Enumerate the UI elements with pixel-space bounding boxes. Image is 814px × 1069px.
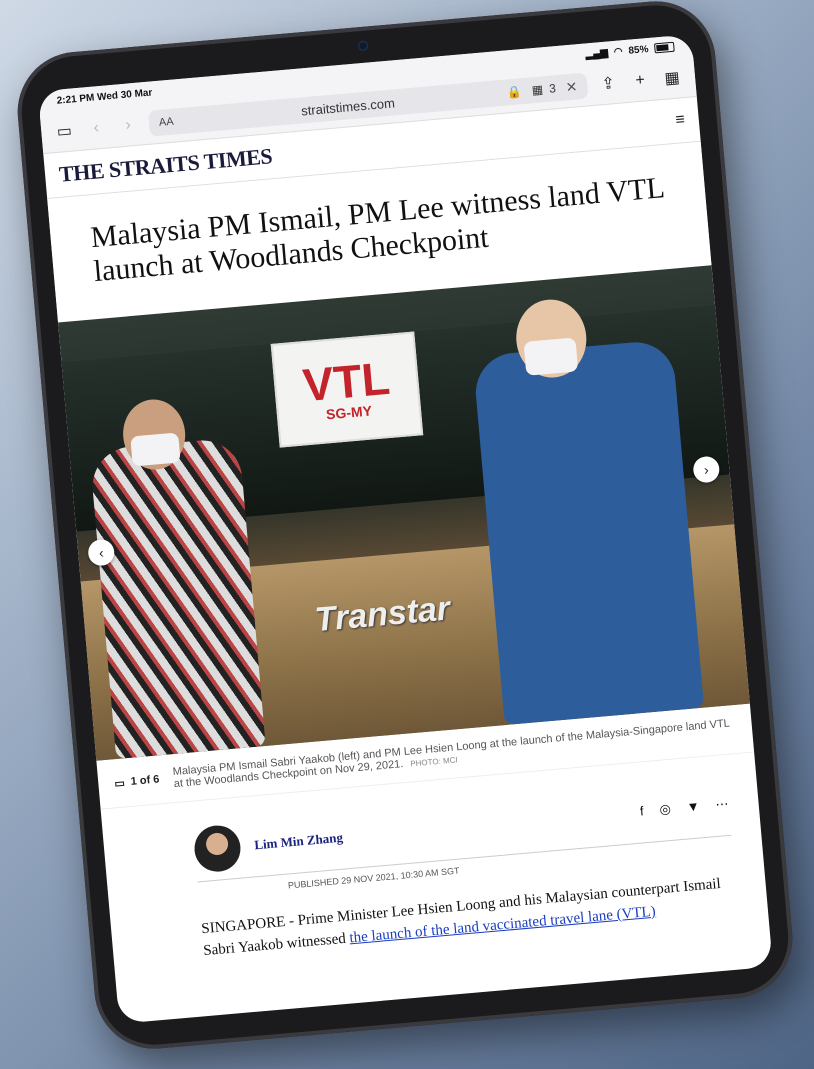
tablet-frame: 2:21 PM Wed 30 Mar ▂▄▆ ◠ 85% ▭ ‹ › AA st… [12, 0, 798, 1054]
person-right [472, 339, 705, 726]
battery-percent: 85% [628, 43, 649, 57]
mask-left [130, 432, 181, 467]
tabs-icon[interactable]: ▦ [531, 82, 544, 97]
share-buttons: f ◎ ▼ ⋯ [639, 796, 729, 820]
new-tab-icon[interactable]: + [628, 71, 651, 91]
whatsapp-icon[interactable]: ◎ [659, 801, 672, 818]
wifi-icon: ◠ [613, 45, 624, 58]
vtl-sign: VTL SG-MY [270, 331, 424, 448]
twitter-icon[interactable]: ▼ [686, 798, 700, 815]
forward-icon[interactable]: › [116, 116, 139, 136]
vtl-sign-subtitle: SG-MY [325, 402, 373, 423]
vtl-sign-title: VTL [300, 351, 392, 412]
person-left [89, 437, 266, 760]
photo-credit: PHOTO: MCI [410, 755, 459, 769]
facebook-icon[interactable]: f [639, 803, 644, 819]
text-size-button[interactable]: AA [158, 114, 189, 129]
camera [357, 40, 369, 52]
battery-icon [653, 41, 675, 54]
article-photo: VTL SG-MY Transtar ‹ › [58, 265, 750, 761]
share-icon[interactable]: ⇪ [596, 73, 620, 95]
close-icon[interactable]: ✕ [565, 78, 578, 96]
tab-grid-icon[interactable]: ▦ [660, 67, 684, 89]
menu-icon[interactable]: ≡ [675, 111, 686, 130]
tabs-count[interactable]: 3 [548, 81, 556, 96]
sidebar-icon[interactable]: ▭ [53, 120, 77, 142]
more-options-icon[interactable]: ⋯ [715, 796, 729, 813]
mask-right [523, 337, 579, 376]
back-icon[interactable]: ‹ [85, 118, 108, 138]
screen: 2:21 PM Wed 30 Mar ▂▄▆ ◠ 85% ▭ ‹ › AA st… [37, 34, 773, 1024]
gallery-icon: ▭ [113, 776, 126, 790]
gallery-count: 1 of 6 [130, 773, 160, 788]
lock-icon: 🔒 [506, 84, 523, 100]
gallery-counter[interactable]: ▭ 1 of 6 [113, 767, 160, 795]
author-name[interactable]: Lim Min Zhang [254, 830, 344, 854]
status-date: Wed 30 Mar [96, 86, 153, 103]
signal-icon: ▂▄▆ [584, 47, 609, 60]
status-time: 2:21 PM [56, 91, 95, 107]
author-avatar[interactable] [192, 823, 243, 874]
article-headline: Malaysia PM Ismail, PM Lee witness land … [89, 171, 665, 289]
